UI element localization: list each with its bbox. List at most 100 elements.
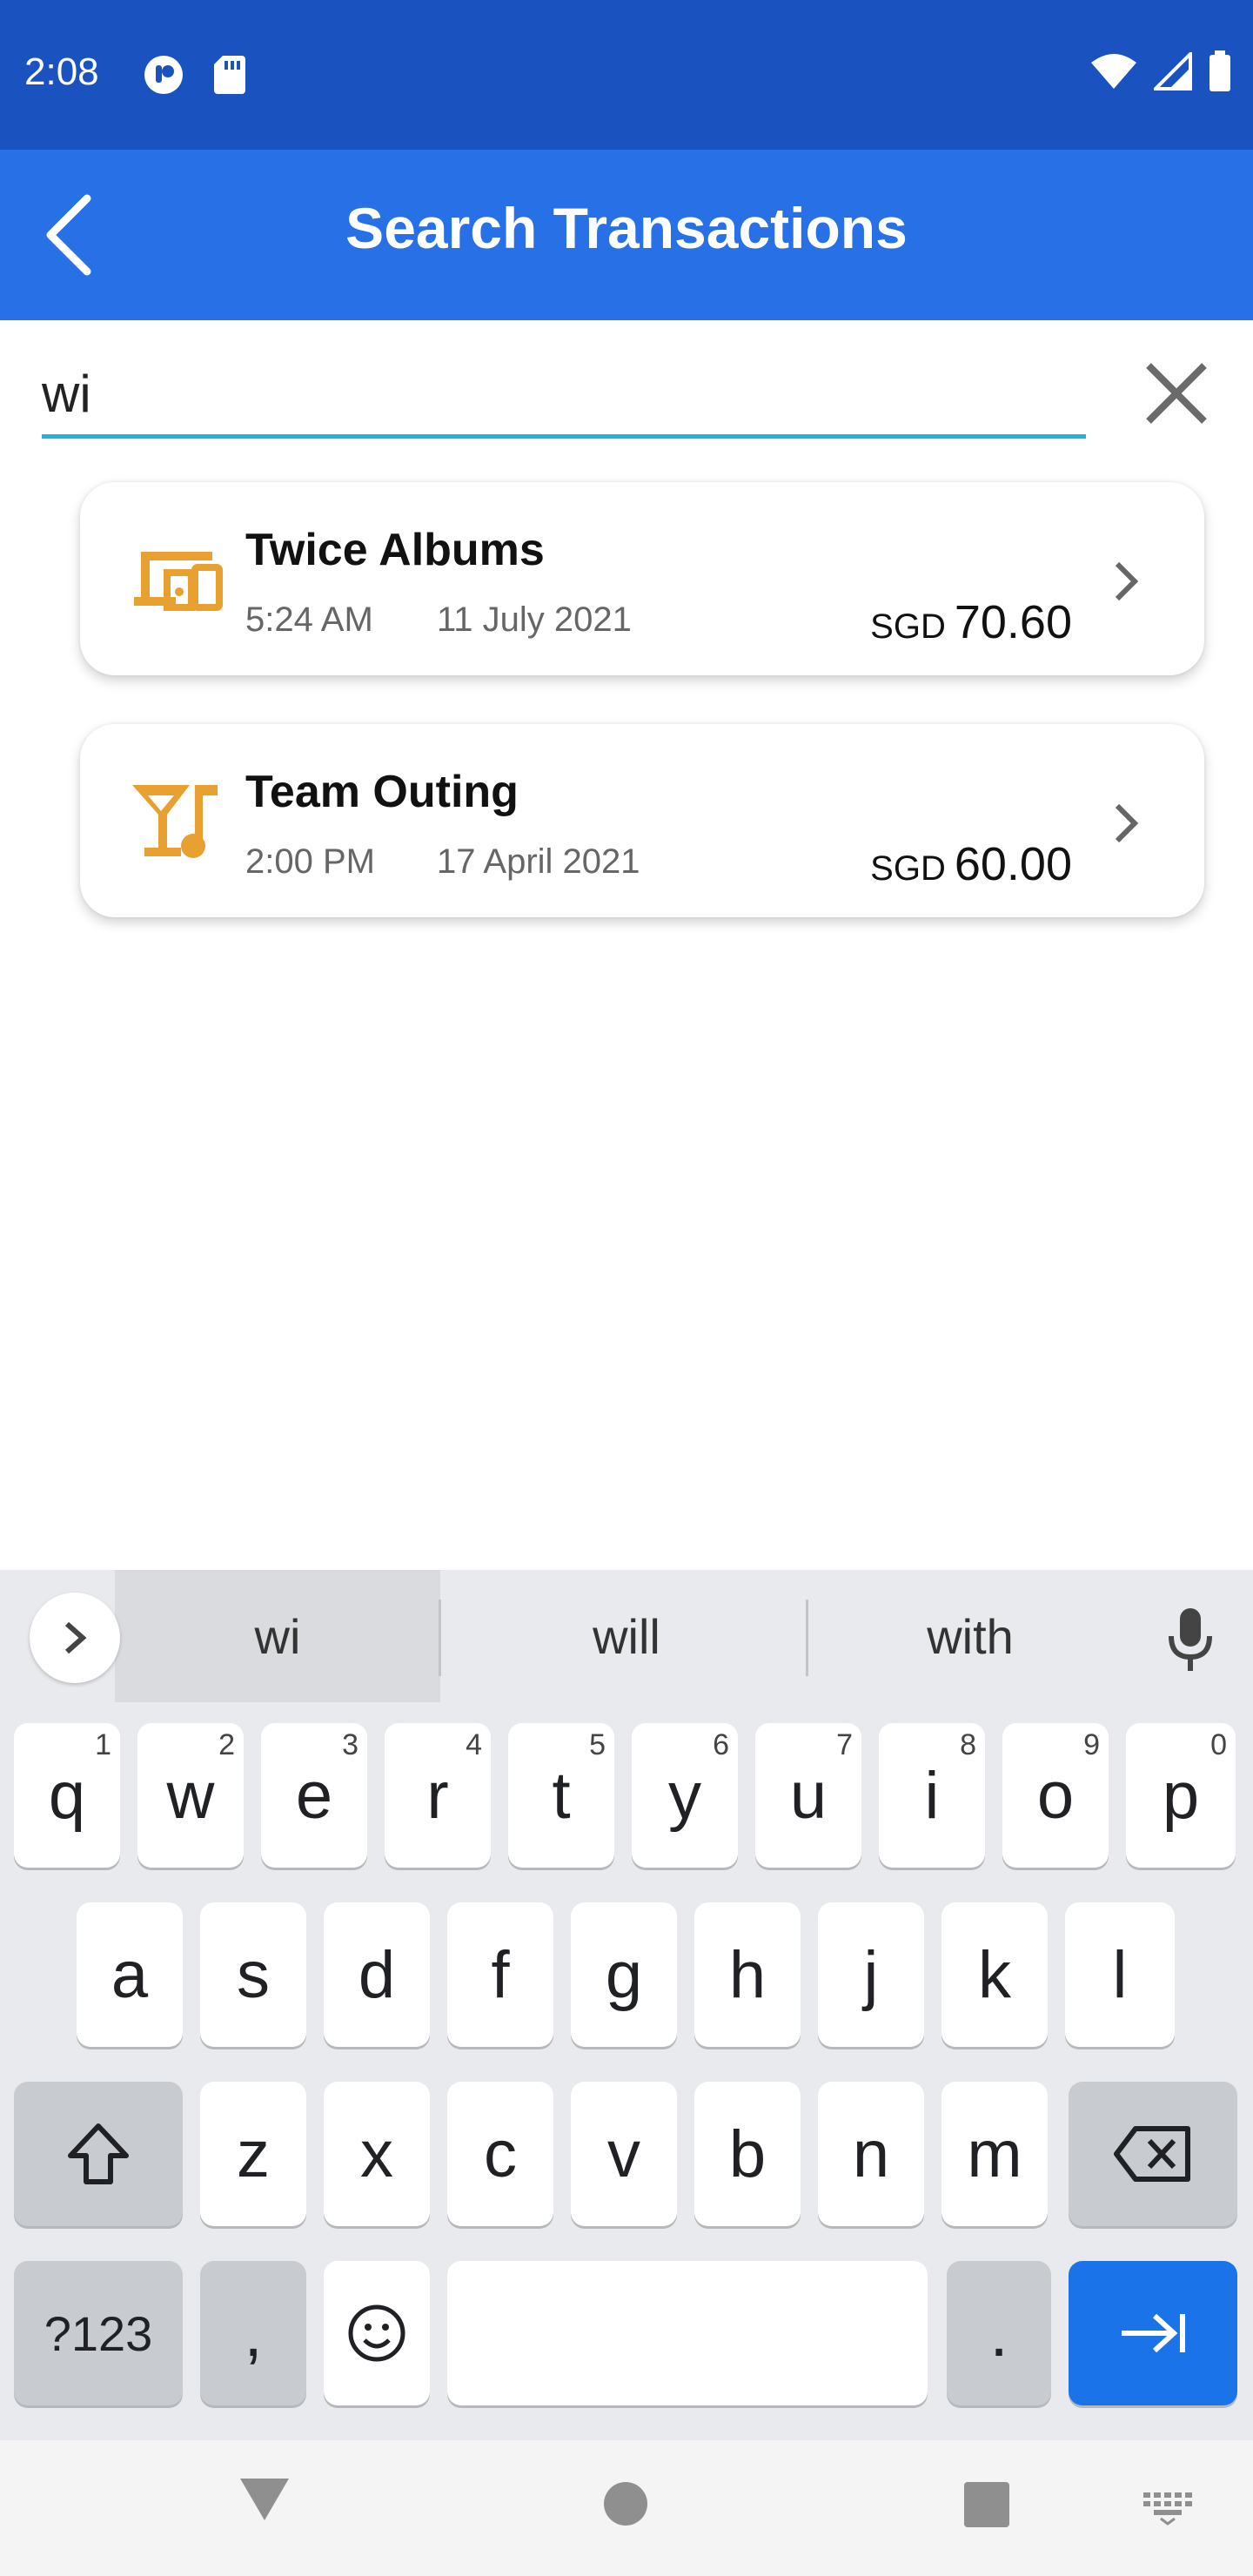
key-p[interactable]: p0 <box>1126 1723 1236 1868</box>
page-title: Search Transactions <box>345 196 908 260</box>
enter-key[interactable] <box>1069 2261 1237 2405</box>
suggestions-expand-button[interactable] <box>30 1593 120 1683</box>
key-hint: 7 <box>836 1728 853 1761</box>
system-nav-bar <box>0 2440 1253 2576</box>
key-o[interactable]: o9 <box>1002 1723 1109 1868</box>
backspace-key[interactable] <box>1069 2082 1237 2226</box>
transaction-card[interactable]: Team Outing 2:00 PM 17 April 2021 SGD 60.… <box>80 724 1204 917</box>
emoji-icon <box>348 2304 405 2362</box>
transaction-title: Team Outing <box>245 767 519 817</box>
key-label: . <box>989 2296 1008 2371</box>
key-b[interactable]: b <box>694 2082 801 2226</box>
devices-icon <box>134 552 223 611</box>
key-label: y <box>668 1758 701 1833</box>
nightlife-icon <box>132 785 218 858</box>
shift-icon <box>68 2123 129 2184</box>
key-label: , <box>244 2296 263 2371</box>
key-label: u <box>789 1758 828 1833</box>
shift-key[interactable] <box>14 2082 183 2226</box>
key-n[interactable]: n <box>818 2082 924 2226</box>
suggestion-divider <box>806 1600 808 1676</box>
key-w[interactable]: w2 <box>137 1723 244 1868</box>
key-g[interactable]: g <box>571 1902 677 2047</box>
key-l[interactable]: l <box>1065 1902 1175 2047</box>
key-label: n <box>852 2116 890 2191</box>
key-q[interactable]: q1 <box>14 1723 120 1868</box>
app-bar: Search Transactions <box>0 150 1253 320</box>
suggestion-item[interactable]: will <box>452 1608 801 1665</box>
key-label: b <box>728 2116 767 2191</box>
key-label: t <box>552 1758 571 1833</box>
keyboard-switch-icon[interactable] <box>1142 2491 1194 2526</box>
symbols-key[interactable]: ?123 <box>14 2261 183 2405</box>
key-label: d <box>358 1937 396 2012</box>
backspace-icon <box>1114 2126 1190 2182</box>
key-label: a <box>111 1937 149 2012</box>
comma-key[interactable]: , <box>200 2261 306 2405</box>
key-a[interactable]: a <box>77 1902 183 2047</box>
key-hint: 2 <box>218 1728 235 1761</box>
key-t[interactable]: t5 <box>508 1723 614 1868</box>
key-label: w <box>166 1758 215 1833</box>
key-h[interactable]: h <box>694 1902 801 2047</box>
suggestion-item[interactable]: wi <box>115 1608 440 1665</box>
currency-label: SGD <box>870 849 946 888</box>
key-label: ?123 <box>44 2305 153 2361</box>
key-hint: 6 <box>713 1728 729 1761</box>
amount-value: 70.60 <box>954 596 1072 648</box>
key-j[interactable]: j <box>818 1902 924 2047</box>
key-label: r <box>426 1758 449 1833</box>
key-y[interactable]: y6 <box>632 1723 738 1868</box>
key-s[interactable]: s <box>200 1902 306 2047</box>
key-u[interactable]: u7 <box>755 1723 861 1868</box>
key-label: v <box>607 2116 640 2191</box>
suggestion-divider <box>439 1600 441 1676</box>
key-r[interactable]: r4 <box>385 1723 491 1868</box>
key-hint: 9 <box>1083 1728 1100 1761</box>
key-x[interactable]: x <box>324 2082 430 2226</box>
clear-search-icon[interactable] <box>1135 352 1218 435</box>
search-input[interactable] <box>42 359 1086 428</box>
transaction-card[interactable]: Twice Albums 5:24 AM 11 July 2021 SGD 70.… <box>80 482 1204 675</box>
key-z[interactable]: z <box>200 2082 306 2226</box>
key-hint: 5 <box>589 1728 606 1761</box>
key-c[interactable]: c <box>447 2082 553 2226</box>
chevron-right-icon <box>1115 803 1139 843</box>
key-d[interactable]: d <box>324 1902 430 2047</box>
key-label: k <box>978 1937 1011 2012</box>
cell-signal-icon <box>1154 52 1192 91</box>
transaction-amount: SGD 70.60 <box>870 595 1072 649</box>
amount-value: 60.00 <box>954 838 1072 890</box>
period-key[interactable]: . <box>947 2261 1051 2405</box>
key-label: e <box>295 1758 333 1833</box>
key-hint: 8 <box>960 1728 976 1761</box>
key-hint: 1 <box>95 1728 111 1761</box>
key-label: l <box>1112 1937 1128 2012</box>
key-i[interactable]: i8 <box>879 1723 985 1868</box>
key-m[interactable]: m <box>941 2082 1048 2226</box>
key-label: h <box>728 1937 767 2012</box>
key-label: m <box>967 2116 1022 2191</box>
chevron-right-icon <box>65 1621 87 1654</box>
status-bar: 2:08 <box>0 0 1253 150</box>
key-hint: 0 <box>1210 1728 1227 1761</box>
emoji-key[interactable] <box>324 2261 430 2405</box>
space-key[interactable] <box>447 2261 928 2405</box>
transaction-amount: SGD 60.00 <box>870 837 1072 891</box>
suggestion-item[interactable]: with <box>818 1608 1122 1665</box>
microphone-icon[interactable] <box>1163 1605 1218 1674</box>
key-label: g <box>605 1937 643 2012</box>
key-label: f <box>491 1937 510 2012</box>
key-label: x <box>360 2116 393 2191</box>
sd-card-icon <box>214 56 245 94</box>
nav-recents-icon[interactable] <box>964 2482 1009 2527</box>
key-f[interactable]: f <box>447 1902 553 2047</box>
key-k[interactable]: k <box>941 1902 1048 2047</box>
search-field[interactable] <box>42 352 1086 439</box>
key-label: p <box>1162 1758 1200 1833</box>
key-v[interactable]: v <box>571 2082 677 2226</box>
key-e[interactable]: e3 <box>261 1723 367 1868</box>
key-label: i <box>924 1758 940 1833</box>
nav-home-icon[interactable] <box>602 2480 649 2527</box>
nav-back-icon[interactable] <box>237 2475 292 2524</box>
